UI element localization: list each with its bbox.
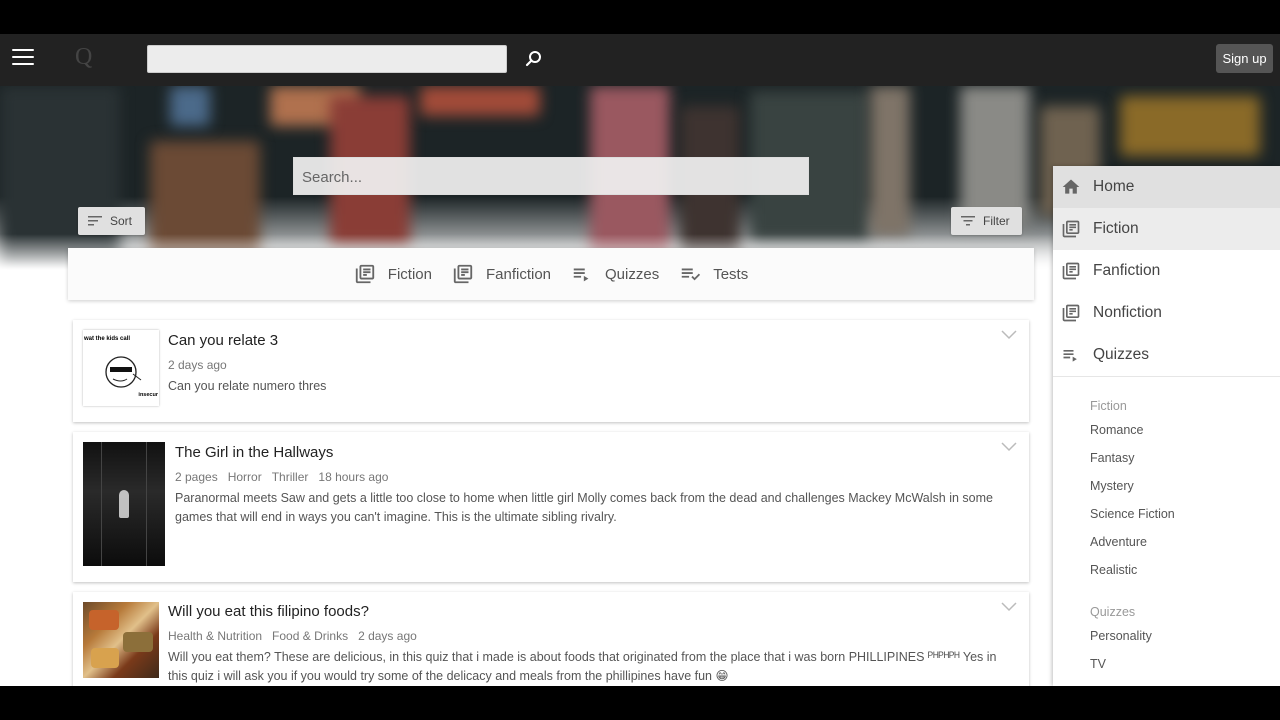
sidebar-link-personality[interactable]: Personality [1090,629,1280,657]
meta-item: 18 hours ago [318,470,389,484]
sidebar-link-adventure[interactable]: Adventure [1090,535,1280,563]
story-title[interactable]: The Girl in the Hallways [175,444,333,461]
signup-button[interactable]: Sign up [1216,44,1273,73]
banner-book [960,86,1030,226]
category-bar: Fiction Fanfiction Quizzes Tests [68,248,1034,300]
category-quizzes[interactable]: Quizzes [571,263,659,285]
story-meta: 2 pages Horror Thriller 18 hours ago [175,470,388,484]
banner-book [1120,96,1260,156]
search-icon[interactable] [520,46,548,74]
library-icon [1062,304,1080,322]
filter-label: Filter [983,214,1010,228]
meta-item: 2 days ago [358,629,417,643]
story-card[interactable]: Will you eat this filipino foods? Health… [73,592,1029,686]
food-tray [123,632,153,652]
library-icon [355,264,374,284]
library-icon [1062,220,1080,238]
food-tray [89,610,119,630]
thumb-caption: insecur [138,392,158,398]
sidebar-menu: Home Fiction Fanfiction Nonfiction Quizz… [1053,166,1280,686]
home-icon [1062,179,1080,194]
category-label: Fanfiction [485,265,552,283]
main-search-input[interactable]: Search... [293,157,809,195]
sort-label: Sort [110,214,133,228]
thumb-caption: wat the kids call [84,336,131,342]
sidebar-group-heading: Quizzes [1090,605,1136,619]
story-card[interactable]: The Girl in the Hallways 2 pages Horror … [73,432,1029,582]
story-meta: 2 days ago [168,358,227,372]
sidebar-link-tv[interactable]: TV [1090,657,1280,685]
sidebar-item-quizzes[interactable]: Quizzes [1053,334,1280,376]
library-icon [453,264,473,284]
sidebar-item-label: Nonfiction [1093,304,1162,321]
story-meta: Health & Nutrition Food & Drinks 2 days … [168,629,417,643]
story-thumbnail[interactable]: wat the kids call insecur [83,330,159,406]
site-logo[interactable]: Q [75,44,92,71]
sort-button[interactable]: Sort [78,207,145,235]
sidebar-divider [1053,376,1280,377]
category-label: Quizzes [605,265,660,283]
sidebar-quizzes-group: Quizzes Personality TV [1053,605,1280,685]
story-title[interactable]: Will you eat this filipino foods? [168,603,369,620]
sidebar-item-label: Fanfiction [1093,262,1161,279]
filter-icon [961,216,975,226]
app-frame: Q Sign up Search... Sort Filter Fiction … [0,34,1280,686]
chevron-down-icon[interactable] [1001,442,1017,452]
category-fanfiction[interactable]: Fanfiction [452,263,551,285]
category-tests[interactable]: Tests [679,263,748,285]
category-label: Tests [713,265,749,283]
meta-item: 2 pages [175,470,218,484]
meme-face-icon [105,356,142,388]
meta-item: 2 days ago [168,358,227,372]
sidebar-link-realistic[interactable]: Realistic [1090,563,1280,591]
top-search-input[interactable] [147,45,507,73]
banner-book [870,86,910,236]
library-icon [1062,262,1080,280]
food-tray [91,648,119,668]
playlist-icon [573,268,589,282]
banner-book [420,86,540,116]
story-description: Can you relate numero thres [168,379,327,393]
chevron-down-icon[interactable] [1001,602,1017,612]
playlist-check-icon [681,268,701,281]
sidebar-item-label: Quizzes [1093,346,1149,363]
sidebar-item-fanfiction[interactable]: Fanfiction [1053,250,1280,292]
sidebar-link-science-fiction[interactable]: Science Fiction [1090,507,1280,535]
sidebar-link-mystery[interactable]: Mystery [1090,479,1280,507]
sidebar-group-heading: Fiction [1090,399,1127,413]
meta-item[interactable]: Thriller [272,470,309,484]
story-thumbnail[interactable] [83,442,165,566]
top-navbar: Q Sign up [0,34,1280,86]
sort-icon [88,216,102,226]
sidebar-link-romance[interactable]: Romance [1090,423,1280,451]
sidebar-fiction-group: Fiction Romance Fantasy Mystery Science … [1053,399,1280,591]
meta-item[interactable]: Horror [228,470,262,484]
sidebar-item-label: Fiction [1093,220,1139,237]
sidebar-item-home[interactable]: Home [1053,166,1280,208]
chevron-down-icon[interactable] [1001,330,1017,340]
category-fiction[interactable]: Fiction [354,263,432,285]
category-label: Fiction [387,265,432,283]
sidebar-item-label: Home [1093,178,1135,195]
sidebar-item-fiction[interactable]: Fiction [1053,208,1280,250]
meta-item[interactable]: Health & Nutrition [168,629,262,643]
story-title[interactable]: Can you relate 3 [168,332,278,349]
hallway-lines [101,442,147,566]
hamburger-menu-icon[interactable] [12,49,34,69]
story-thumbnail[interactable] [83,602,159,678]
story-description: Paranormal meets Saw and gets a little t… [175,491,993,524]
sidebar-link-fantasy[interactable]: Fantasy [1090,451,1280,479]
meta-item[interactable]: Food & Drinks [272,629,348,643]
story-description: Will you eat them? These are delicious, … [168,650,997,683]
sidebar-item-nonfiction[interactable]: Nonfiction [1053,292,1280,334]
story-card[interactable]: wat the kids call insecur Can you relate… [73,320,1029,422]
filter-button[interactable]: Filter [951,207,1022,235]
playlist-icon [1063,350,1077,362]
banner-book [170,86,210,126]
